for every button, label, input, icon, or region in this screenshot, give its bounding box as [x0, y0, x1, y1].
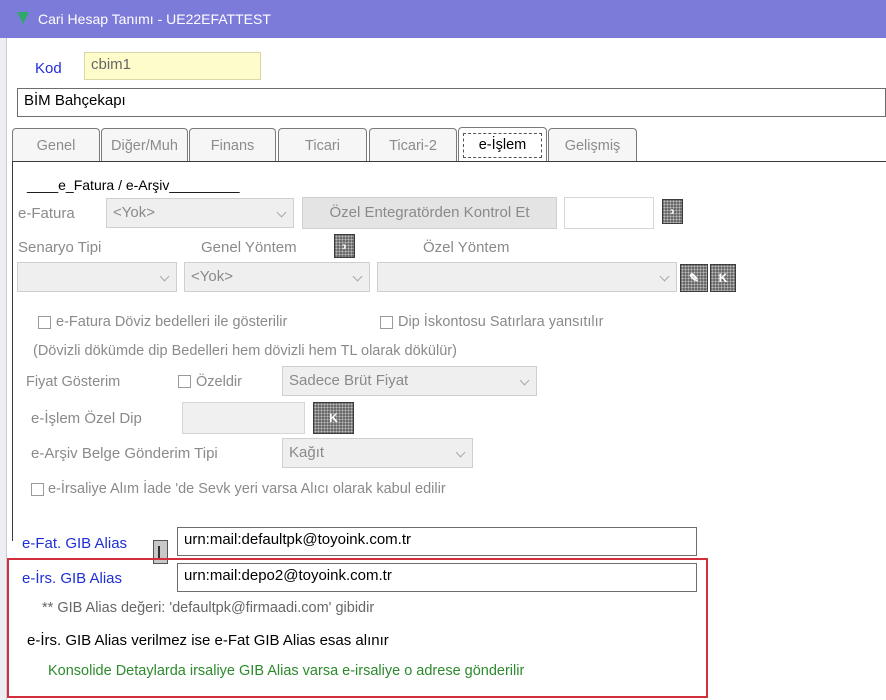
panel-left-border	[12, 161, 13, 541]
tab-diger-muh[interactable]: Diğer/Muh	[101, 128, 188, 161]
control-result-input[interactable]	[564, 197, 654, 229]
chevron-down-icon	[659, 271, 670, 282]
ozel-yontem-label: Özel Yöntem	[423, 239, 510, 256]
name-input[interactable]: BİM Bahçekapı	[17, 88, 886, 117]
ozel-dip-input[interactable]	[182, 402, 305, 434]
earsiv-gonderim-select[interactable]: Kağıt	[282, 438, 473, 468]
chevron-down-icon	[276, 207, 287, 218]
konsolide-note: Konsolide Detaylarda irsaliye GIB Alias …	[48, 663, 525, 679]
eirs-alias-input[interactable]: urn:mail:depo2@toyoink.com.tr	[177, 563, 697, 592]
tab-ticari-2[interactable]: Ticari-2	[369, 128, 457, 161]
alias-fallback-note: e-İrs. GIB Alias verilmez ise e-Fat GIB …	[27, 632, 389, 649]
chevron-down-icon	[455, 447, 466, 458]
irsaliye-checkbox[interactable]	[31, 483, 44, 496]
efat-alias-label: e-Fat. GIB Alias	[22, 535, 128, 552]
tab-e-islem-label: e-İşlem	[478, 137, 527, 153]
doviz-note: (Dövizli dökümde dip Bedelleri hem döviz…	[33, 343, 457, 359]
ozeldir-checkbox[interactable]	[178, 375, 191, 388]
ozel-yontem-k-button[interactable]: K	[710, 264, 736, 292]
app-logo-icon	[17, 12, 29, 24]
ozeldir-label: Özeldir	[196, 374, 242, 390]
tab-genel[interactable]: Genel	[12, 128, 100, 161]
efat-alias-input[interactable]: urn:mail:defaultpk@toyoink.com.tr	[177, 527, 697, 556]
alias-hint: ** GIB Alias değeri: 'defaultpk@firmaadi…	[42, 600, 375, 616]
senaryo-label: Senaryo Tipi	[18, 239, 102, 256]
genel-yontem-select-value: <Yok>	[191, 268, 233, 285]
chevron-down-icon	[159, 271, 170, 282]
ozel-yontem-select[interactable]	[377, 262, 677, 292]
section-title: ____e_Fatura / e-Arşiv_________	[27, 177, 240, 193]
efatura-label: e-Fatura	[18, 205, 75, 222]
earsiv-gonderim-value: Kağıt	[289, 444, 325, 461]
kod-input[interactable]: cbim1	[84, 52, 261, 80]
doviz-checkbox[interactable]	[38, 316, 51, 329]
irsaliye-label: e-İrsaliye Alım İade 'de Sevk yeri varsa…	[48, 481, 446, 497]
dip-iskonto-checkbox[interactable]	[380, 316, 393, 329]
tab-finans[interactable]: Finans	[189, 128, 276, 161]
dip-iskonto-label: Dip İskontosu Satırlara yansıtılır	[398, 314, 604, 330]
earsiv-gonderim-label: e-Arşiv Belge Gönderim Tipi	[31, 445, 218, 462]
fiyat-gosterim-label: Fiyat Gösterim	[26, 374, 121, 390]
genel-yontem-select[interactable]: <Yok>	[184, 262, 370, 292]
tab-gelismis[interactable]: Gelişmiş	[548, 128, 637, 161]
ozel-dip-button[interactable]: K	[313, 402, 354, 434]
control-button[interactable]: Özel Entegratörden Kontrol Et	[302, 197, 557, 229]
window-title: Cari Hesap Tanımı - UE22EFATTEST	[38, 11, 271, 27]
chevron-down-icon	[519, 375, 530, 386]
ozel-yontem-edit-button[interactable]: ✎	[680, 264, 708, 292]
eirs-alias-label: e-İrs. GIB Alias	[22, 570, 123, 587]
fiyat-gosterim-value: Sadece Brüt Fiyat	[289, 372, 409, 389]
senaryo-select[interactable]	[17, 262, 177, 292]
control-info-button[interactable]: ›	[662, 199, 683, 224]
tab-e-islem[interactable]: e-İşlem	[458, 127, 547, 161]
efatura-select[interactable]: <Yok>	[106, 198, 294, 228]
chevron-down-icon	[352, 271, 363, 282]
efatura-select-value: <Yok>	[113, 204, 155, 221]
ozel-dip-label: e-İşlem Özel Dip	[31, 410, 142, 427]
kod-label: Kod	[35, 60, 62, 77]
fiyat-gosterim-select[interactable]: Sadece Brüt Fiyat	[282, 366, 537, 396]
genel-yontem-label: Genel Yöntem	[201, 239, 297, 256]
doviz-label: e-Fatura Döviz bedelleri ile gösterilir	[56, 314, 288, 330]
left-window-edge	[0, 38, 7, 700]
tab-ticari[interactable]: Ticari	[278, 128, 367, 161]
title-bar: Cari Hesap Tanımı - UE22EFATTEST	[0, 0, 886, 38]
genel-yontem-info-button[interactable]: ›	[334, 234, 355, 258]
